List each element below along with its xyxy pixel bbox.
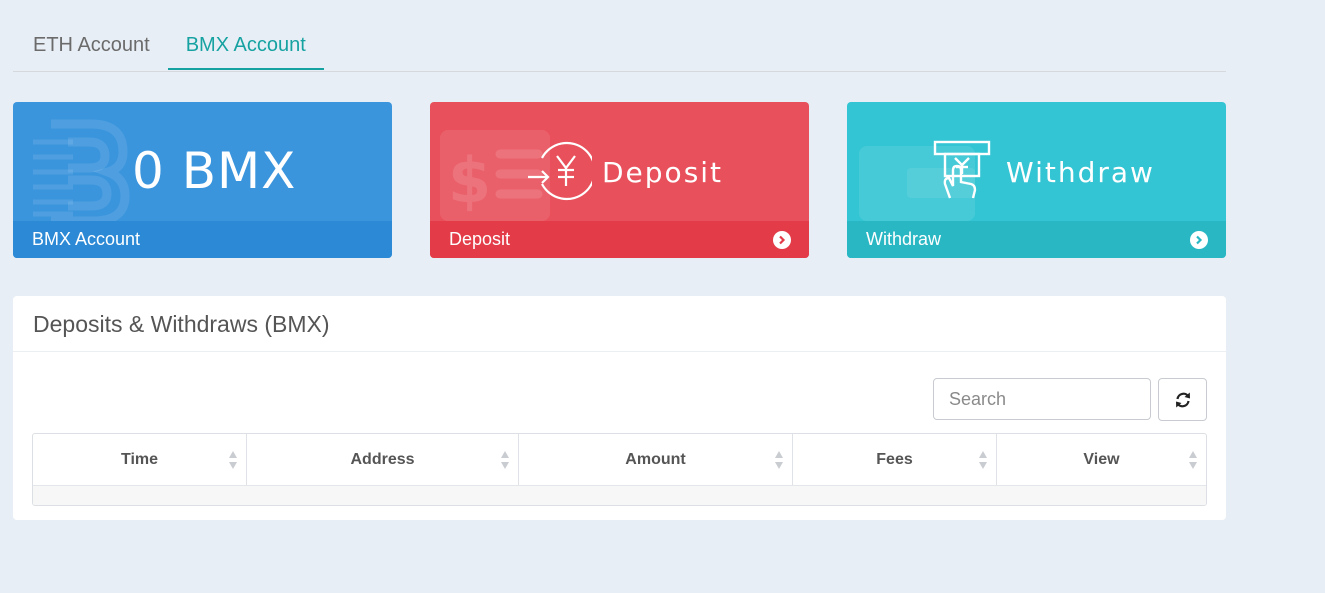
chevron-right-circle-icon[interactable] bbox=[1190, 230, 1208, 249]
withdraw-card[interactable]: Withdraw Withdraw bbox=[847, 102, 1226, 258]
chevron-right-circle-icon[interactable] bbox=[773, 230, 791, 249]
account-tabs: ETH Account BMX Account bbox=[13, 20, 1226, 72]
sort-icon bbox=[229, 451, 237, 469]
panel-title: Deposits & Withdraws (BMX) bbox=[13, 296, 1226, 352]
withdraw-card-label: Withdraw bbox=[866, 229, 942, 249]
column-label: Address bbox=[350, 450, 415, 468]
deposit-card[interactable]: $ Deposit Deposit bbox=[430, 102, 809, 258]
refresh-button[interactable] bbox=[1158, 378, 1207, 421]
column-label: Fees bbox=[876, 450, 913, 468]
yuan-exchange-icon bbox=[528, 141, 592, 201]
withdraw-card-title: Withdraw bbox=[1006, 156, 1155, 189]
atm-hand-icon bbox=[933, 140, 991, 199]
deposit-card-body: $ Deposit bbox=[430, 102, 809, 221]
transactions-panel: Deposits & Withdraws (BMX) Time Address … bbox=[13, 296, 1226, 520]
column-header-address[interactable]: Address bbox=[247, 434, 519, 485]
column-label: Time bbox=[120, 450, 159, 468]
search-input[interactable] bbox=[933, 378, 1151, 420]
balance-card-footer: BMX Account bbox=[13, 221, 392, 258]
refresh-icon bbox=[1175, 392, 1190, 407]
balance-card[interactable]: 0 BMX BMX Account bbox=[13, 102, 392, 258]
tab-bmx-account[interactable]: BMX Account bbox=[167, 20, 324, 70]
sort-icon bbox=[1189, 451, 1197, 469]
column-header-amount[interactable]: Amount bbox=[519, 434, 793, 485]
deposit-card-label: Deposit bbox=[449, 229, 511, 249]
column-header-view[interactable]: View bbox=[997, 434, 1206, 485]
svg-text:$: $ bbox=[448, 144, 491, 217]
transactions-table: Time Address Amount Fees View bbox=[32, 433, 1207, 506]
deposit-card-title: Deposit bbox=[602, 156, 724, 189]
column-header-time[interactable]: Time bbox=[33, 434, 247, 485]
bmx-logo-icon bbox=[33, 119, 130, 221]
deposit-card-footer[interactable]: Deposit bbox=[430, 221, 809, 258]
balance-card-body: 0 BMX bbox=[13, 102, 392, 221]
balance-card-label: BMX Account bbox=[32, 229, 141, 249]
column-header-fees[interactable]: Fees bbox=[793, 434, 997, 485]
sort-icon bbox=[979, 451, 987, 469]
sort-icon bbox=[501, 451, 509, 469]
withdraw-card-body: Withdraw bbox=[847, 102, 1226, 221]
table-empty-row bbox=[33, 486, 1206, 505]
table-header-row: Time Address Amount Fees View bbox=[33, 434, 1206, 486]
column-label: Amount bbox=[625, 450, 686, 468]
column-label: View bbox=[1083, 450, 1120, 468]
tab-eth-account[interactable]: ETH Account bbox=[13, 20, 168, 70]
withdraw-card-footer[interactable]: Withdraw bbox=[847, 221, 1226, 258]
sort-icon bbox=[775, 451, 783, 469]
bmx-balance-value: 0 BMX bbox=[132, 142, 297, 200]
